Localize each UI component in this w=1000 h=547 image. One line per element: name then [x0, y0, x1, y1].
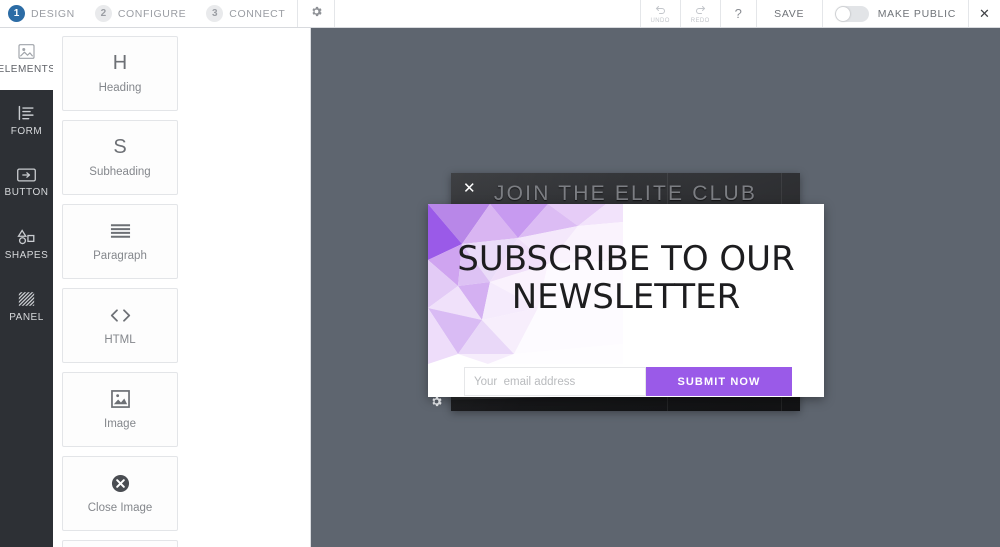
image-icon: [110, 389, 130, 409]
step-configure-label: CONFIGURE: [117, 7, 187, 20]
sidebar-item-shapes-label: SHAPES: [4, 250, 49, 261]
element-card-image[interactable]: Image: [62, 372, 178, 447]
subscribe-form: SUBMIT NOW: [464, 367, 792, 396]
save-button[interactable]: SAVE: [755, 0, 822, 27]
help-button[interactable]: ?: [719, 0, 756, 27]
element-card-close-image[interactable]: Close Image: [62, 456, 178, 531]
top-toolbar: 1 DESIGN 2 CONFIGURE 3 CONNECT UNDO REDO…: [0, 0, 1000, 28]
redo-button[interactable]: REDO: [679, 0, 720, 27]
element-card-html-label: HTML: [104, 334, 136, 346]
step-design-label: DESIGN: [31, 7, 75, 20]
toggle-knob: [835, 6, 850, 21]
background-panel-title: JOIN THE ELITE CLUB: [493, 182, 758, 205]
element-card-paragraph[interactable]: Paragraph: [62, 204, 178, 279]
sidebar-item-button-label: BUTTON: [4, 187, 49, 198]
html-code-icon: [110, 305, 131, 325]
element-card-grid: H Heading S Subheading Paragraph HTML Im…: [62, 36, 301, 547]
element-card-close-image-label: Close Image: [87, 502, 153, 514]
redo-arrow-icon: [694, 4, 707, 17]
question-mark-icon: ?: [734, 6, 742, 21]
settings-button[interactable]: [297, 0, 336, 27]
sidebar-item-form-label: FORM: [10, 126, 43, 137]
background-close-icon[interactable]: ✕: [463, 181, 476, 196]
toggle-switch[interactable]: [834, 5, 869, 22]
submit-now-button[interactable]: SUBMIT NOW: [646, 367, 792, 396]
gear-icon: [430, 395, 443, 413]
editor-canvas[interactable]: JOIN THE ELITE CLUB ✕ SUBSCRIBE TO OUR N…: [311, 28, 1000, 547]
step-configure-number: 2: [94, 5, 112, 22]
redo-label: REDO: [690, 17, 710, 24]
paragraph-icon: [110, 221, 131, 241]
sidebar-item-panel-label: PANEL: [9, 312, 44, 323]
step-design[interactable]: 1 DESIGN: [0, 0, 87, 27]
close-icon: ✕: [979, 5, 990, 21]
button-icon: [17, 168, 36, 182]
close-circle-icon: [111, 473, 130, 493]
left-sidebar: ELEMENTS FORM BUTTON SHAPES PANEL: [0, 28, 56, 547]
popup-heading: SUBSCRIBE TO OUR NEWSLETTER: [457, 239, 795, 317]
subheading-icon: S: [113, 136, 127, 158]
element-card-heading-label: Heading: [98, 82, 142, 94]
step-connect-label: CONNECT: [229, 7, 286, 20]
shapes-icon: [17, 229, 36, 245]
sidebar-item-elements-label: ELEMENTS: [0, 63, 56, 75]
step-wizard: 1 DESIGN 2 CONFIGURE 3 CONNECT: [0, 0, 297, 27]
element-card-html[interactable]: HTML: [62, 288, 178, 363]
popup-settings-button[interactable]: [428, 396, 444, 412]
save-label: SAVE: [774, 7, 805, 20]
sidebar-item-shapes[interactable]: SHAPES: [0, 214, 53, 276]
sidebar-item-elements[interactable]: ELEMENTS: [0, 28, 56, 90]
form-list-icon: [18, 105, 35, 121]
element-card-heading[interactable]: H Heading: [62, 36, 178, 111]
step-configure[interactable]: 2 CONFIGURE: [87, 0, 198, 27]
sidebar-item-button[interactable]: BUTTON: [0, 152, 53, 214]
image-elements-icon: [18, 43, 35, 59]
email-input[interactable]: [464, 367, 646, 396]
step-connect[interactable]: 3 CONNECT: [198, 0, 297, 27]
make-public-toggle[interactable]: MAKE PUBLIC: [821, 0, 968, 27]
undo-arrow-icon: [654, 4, 667, 17]
panel-hatch-icon: [18, 291, 35, 307]
step-connect-number: 3: [206, 5, 224, 22]
sidebar-item-panel[interactable]: PANEL: [0, 276, 53, 338]
heading-icon: H: [112, 52, 128, 74]
make-public-label: MAKE PUBLIC: [877, 7, 956, 20]
element-card-image-label: Image: [104, 418, 136, 430]
element-card-paragraph-label: Paragraph: [93, 250, 147, 262]
close-window-button[interactable]: ✕: [968, 0, 1000, 27]
sidebar-item-form[interactable]: FORM: [0, 90, 53, 152]
app-root: 1 DESIGN 2 CONFIGURE 3 CONNECT UNDO REDO…: [0, 0, 1000, 547]
undo-button[interactable]: UNDO: [639, 0, 680, 27]
element-card-close-text[interactable]: Close Close Text: [62, 540, 178, 547]
step-design-number: 1: [8, 5, 25, 22]
element-card-subheading[interactable]: S Subheading: [62, 120, 178, 195]
subscribe-popup[interactable]: SUBSCRIBE TO OUR NEWSLETTER SUBMIT NOW: [428, 204, 824, 397]
gear-icon: [310, 5, 323, 23]
elements-panel: H Heading S Subheading Paragraph HTML Im…: [53, 28, 311, 547]
element-card-subheading-label: Subheading: [89, 166, 151, 178]
undo-label: UNDO: [650, 17, 670, 24]
